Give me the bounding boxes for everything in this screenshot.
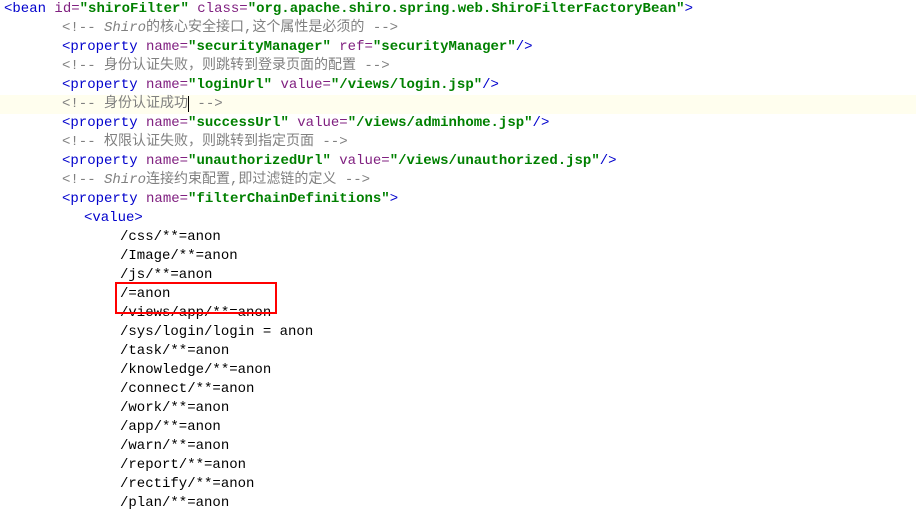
code-token: /connect/**=anon — [120, 381, 254, 397]
code-line: <!-- 权限认证失败，则跳转到指定页面 --> — [0, 133, 916, 152]
code-token: "unauthorizedUrl" — [188, 153, 331, 169]
code-line: /=anon — [0, 285, 916, 304]
code-token: "org.apache.shiro.spring.web.ShiroFilter… — [248, 1, 685, 17]
code-token: <property — [62, 77, 138, 93]
code-line: /work/**=anon — [0, 399, 916, 418]
code-token: name= — [146, 115, 188, 131]
code-token: <property — [62, 153, 138, 169]
code-token: value= — [339, 153, 389, 169]
code-token: 的核心安全接口,这个属性是必须的 --> — [146, 20, 398, 36]
code-line: <!-- Shiro的核心安全接口,这个属性是必须的 --> — [0, 19, 916, 38]
code-token: /=anon — [120, 286, 170, 302]
code-token: value= — [280, 77, 330, 93]
code-token: /report/**=anon — [120, 457, 246, 473]
code-token: /Image/**=anon — [120, 248, 238, 264]
code-token: <!-- 身份认证成功 — [62, 96, 188, 112]
code-token: Shiro — [104, 172, 146, 188]
code-line: <property name="loginUrl" value="/views/… — [0, 76, 916, 95]
code-token: /> — [482, 77, 499, 93]
code-line: <value> — [0, 209, 916, 228]
code-token: /css/**=anon — [120, 229, 221, 245]
code-token: <!-- — [62, 172, 104, 188]
code-line: /css/**=anon — [0, 228, 916, 247]
code-token: /js/**=anon — [120, 267, 212, 283]
code-token: ref= — [339, 39, 373, 55]
code-token: "securityManager" — [188, 39, 331, 55]
code-token: 连接约束配置,即过滤链的定义 --> — [146, 172, 370, 188]
code-line: /report/**=anon — [0, 456, 916, 475]
code-token: <!-- 权限认证失败，则跳转到指定页面 --> — [62, 134, 348, 150]
code-token — [138, 115, 146, 131]
code-line: /app/**=anon — [0, 418, 916, 437]
code-token — [138, 191, 146, 207]
code-token: /rectify/**=anon — [120, 476, 254, 492]
code-token — [189, 1, 197, 17]
code-token: <!-- 身份认证失败，则跳转到登录页面的配置 --> — [62, 58, 390, 74]
code-line: <property name="successUrl" value="/view… — [0, 114, 916, 133]
code-line: /task/**=anon — [0, 342, 916, 361]
code-line: /plan/**=anon — [0, 494, 916, 513]
code-line: /connect/**=anon — [0, 380, 916, 399]
code-token: /work/**=anon — [120, 400, 229, 416]
code-token — [138, 77, 146, 93]
code-token: /warn/**=anon — [120, 438, 229, 454]
code-line: /knowledge/**=anon — [0, 361, 916, 380]
code-token: "securityManager" — [373, 39, 516, 55]
code-token: name= — [146, 191, 188, 207]
code-token: "/views/unauthorized.jsp" — [390, 153, 600, 169]
code-token: "successUrl" — [188, 115, 289, 131]
code-line: <!-- 身份认证成功 --> — [0, 95, 916, 114]
code-token: /> — [516, 39, 533, 55]
code-token: "/views/adminhome.jsp" — [348, 115, 533, 131]
code-line: /views/app/**=anon — [0, 304, 916, 323]
code-token: /> — [533, 115, 550, 131]
code-token: <!-- — [62, 20, 104, 36]
code-token: "filterChainDefinitions" — [188, 191, 390, 207]
code-token: --> — [189, 96, 223, 112]
code-line: <!-- 身份认证失败，则跳转到登录页面的配置 --> — [0, 57, 916, 76]
code-token: <value> — [84, 210, 143, 226]
code-token: /task/**=anon — [120, 343, 229, 359]
code-token: name= — [146, 153, 188, 169]
code-token: "shiroFilter" — [80, 1, 189, 17]
code-token: name= — [146, 77, 188, 93]
code-token: "loginUrl" — [188, 77, 272, 93]
code-token: /sys/login/login = anon — [120, 324, 313, 340]
code-token: id= — [54, 1, 79, 17]
code-token — [138, 39, 146, 55]
code-token: /> — [600, 153, 617, 169]
code-token: > — [685, 1, 693, 17]
code-token: <property — [62, 39, 138, 55]
code-token: > — [390, 191, 398, 207]
code-token: value= — [297, 115, 347, 131]
code-token: name= — [146, 39, 188, 55]
code-token — [138, 153, 146, 169]
code-line: /Image/**=anon — [0, 247, 916, 266]
code-line: <bean id="shiroFilter" class="org.apache… — [0, 0, 916, 19]
code-line: /rectify/**=anon — [0, 475, 916, 494]
code-line: <property name="securityManager" ref="se… — [0, 38, 916, 57]
code-token: /app/**=anon — [120, 419, 221, 435]
code-token: <bean — [4, 1, 46, 17]
code-token: <property — [62, 191, 138, 207]
code-token: <property — [62, 115, 138, 131]
code-token: class= — [197, 1, 247, 17]
code-line: /js/**=anon — [0, 266, 916, 285]
code-line: /sys/login/login = anon — [0, 323, 916, 342]
code-line: <property name="unauthorizedUrl" value="… — [0, 152, 916, 171]
code-token: /views/app/**=anon — [120, 305, 271, 321]
code-container: <bean id="shiroFilter" class="org.apache… — [0, 0, 916, 513]
code-line: <!-- Shiro连接约束配置,即过滤链的定义 --> — [0, 171, 916, 190]
code-token: "/views/login.jsp" — [331, 77, 482, 93]
code-token: Shiro — [104, 20, 146, 36]
code-token: /knowledge/**=anon — [120, 362, 271, 378]
code-line: /warn/**=anon — [0, 437, 916, 456]
code-line: <property name="filterChainDefinitions"> — [0, 190, 916, 209]
code-token: /plan/**=anon — [120, 495, 229, 511]
